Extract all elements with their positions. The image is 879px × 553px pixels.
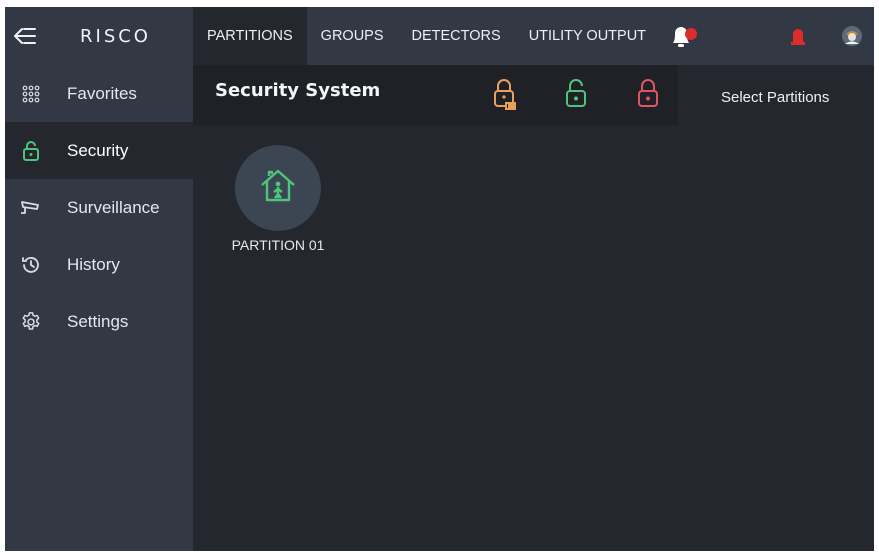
arm-lock-icon[interactable] [635,77,663,111]
sidebar-item-history[interactable]: History [5,236,193,293]
alarm-siren-icon[interactable] [783,7,813,65]
sidebar-item-favorites[interactable]: Favorites [5,65,193,122]
sidebar-item-label: Settings [67,311,129,331]
sidebar-item-surveillance[interactable]: Surveillance [5,179,193,236]
select-partitions-button[interactable]: Select Partitions [721,89,829,106]
partition-label: PARTITION 01 [231,237,325,253]
security-header: Security System [193,65,678,125]
top-tab-bar: PARTITIONS GROUPS DETECTORS UTILITY OUTP… [193,7,874,65]
sidebar-header: RISCO [5,7,193,65]
partial-arm-lock-icon[interactable] [491,77,519,111]
back-arrow-icon[interactable] [5,7,45,65]
app-window: RISCO Favorites Security Surveillance Hi… [5,7,874,551]
user-avatar-icon[interactable] [837,7,867,65]
history-icon [19,253,43,277]
partition-tile[interactable]: PARTITION 01 [226,145,330,253]
gear-icon [19,310,43,334]
sidebar: RISCO Favorites Security Surveillance Hi… [5,7,193,551]
page-title: Security System [215,80,381,101]
home-disarmed-icon [258,168,298,209]
partition-status-circle [235,145,321,231]
bell-icon[interactable] [665,7,705,65]
tab-partitions[interactable]: PARTITIONS [193,7,307,65]
sidebar-item-label: Surveillance [67,197,160,217]
tab-utility-output[interactable]: UTILITY OUTPUT [515,7,660,65]
disarm-lock-icon[interactable] [563,77,591,111]
sidebar-item-label: Security [67,140,129,160]
grid-icon [19,82,43,106]
lock-icon [19,139,43,163]
sidebar-item-label: History [67,254,120,274]
tab-groups[interactable]: GROUPS [307,7,398,65]
sidebar-item-settings[interactable]: Settings [5,293,193,350]
risco-logo: RISCO [80,25,151,47]
sidebar-item-security[interactable]: Security [5,122,193,179]
tab-detectors[interactable]: DETECTORS [398,7,515,65]
sidebar-item-label: Favorites [67,83,137,103]
camera-icon [19,196,43,220]
